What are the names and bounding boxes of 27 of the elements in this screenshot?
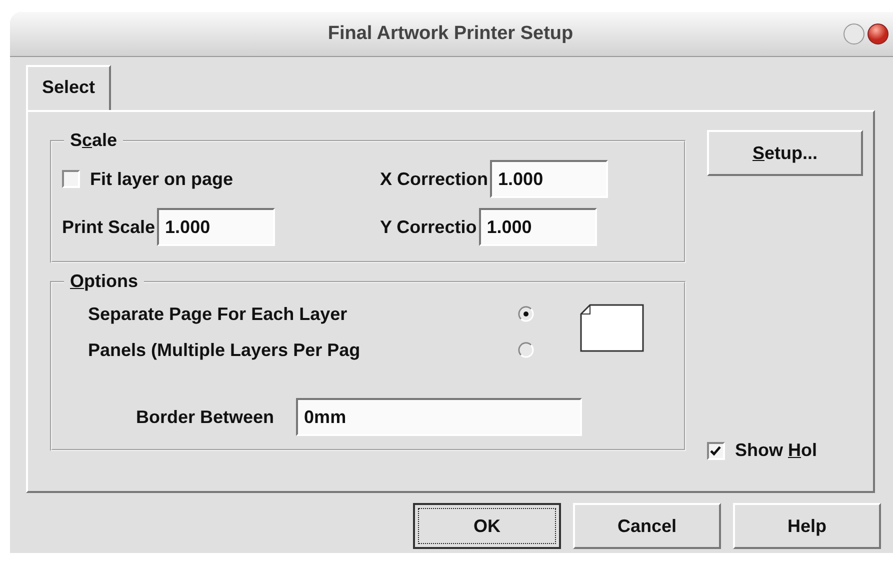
- checkbox[interactable]: [707, 442, 725, 460]
- dialog-button[interactable]: Help: [733, 503, 881, 549]
- input-field[interactable]: 1.000: [157, 208, 276, 246]
- radio-button[interactable]: [518, 342, 534, 358]
- radio-button[interactable]: [518, 306, 534, 322]
- radio-label: Separate Page For Each Layer: [87, 304, 348, 324]
- input-field[interactable]: 1.000: [478, 208, 597, 246]
- input-field[interactable]: 1.000: [490, 160, 608, 198]
- checkbox-label: Show Hol: [735, 440, 817, 461]
- setup-button[interactable]: Setup...: [707, 130, 863, 176]
- window-title: Final Artwork Printer Setup: [326, 23, 574, 45]
- input-field[interactable]: 0mm: [296, 398, 582, 436]
- radio-label: Panels (Multiple Layers Per Pag: [87, 340, 362, 360]
- page-icon: [580, 304, 644, 352]
- field-label: Print Scale: [62, 216, 156, 238]
- group-title: Options: [69, 271, 140, 292]
- dialog-button[interactable]: OK: [413, 503, 561, 549]
- check-icon: [709, 444, 723, 458]
- checkbox[interactable]: [62, 170, 80, 188]
- field-label: X Correction: [380, 168, 488, 190]
- checkbox-label: Fit layer on page: [90, 168, 234, 190]
- group-title: Scale: [69, 130, 118, 151]
- close-button[interactable]: [867, 23, 889, 45]
- field-label: Y Correctio: [380, 216, 477, 238]
- field-label: Border Between: [136, 406, 274, 428]
- dialog-button[interactable]: Cancel: [573, 503, 721, 549]
- tab[interactable]: Select: [26, 65, 112, 110]
